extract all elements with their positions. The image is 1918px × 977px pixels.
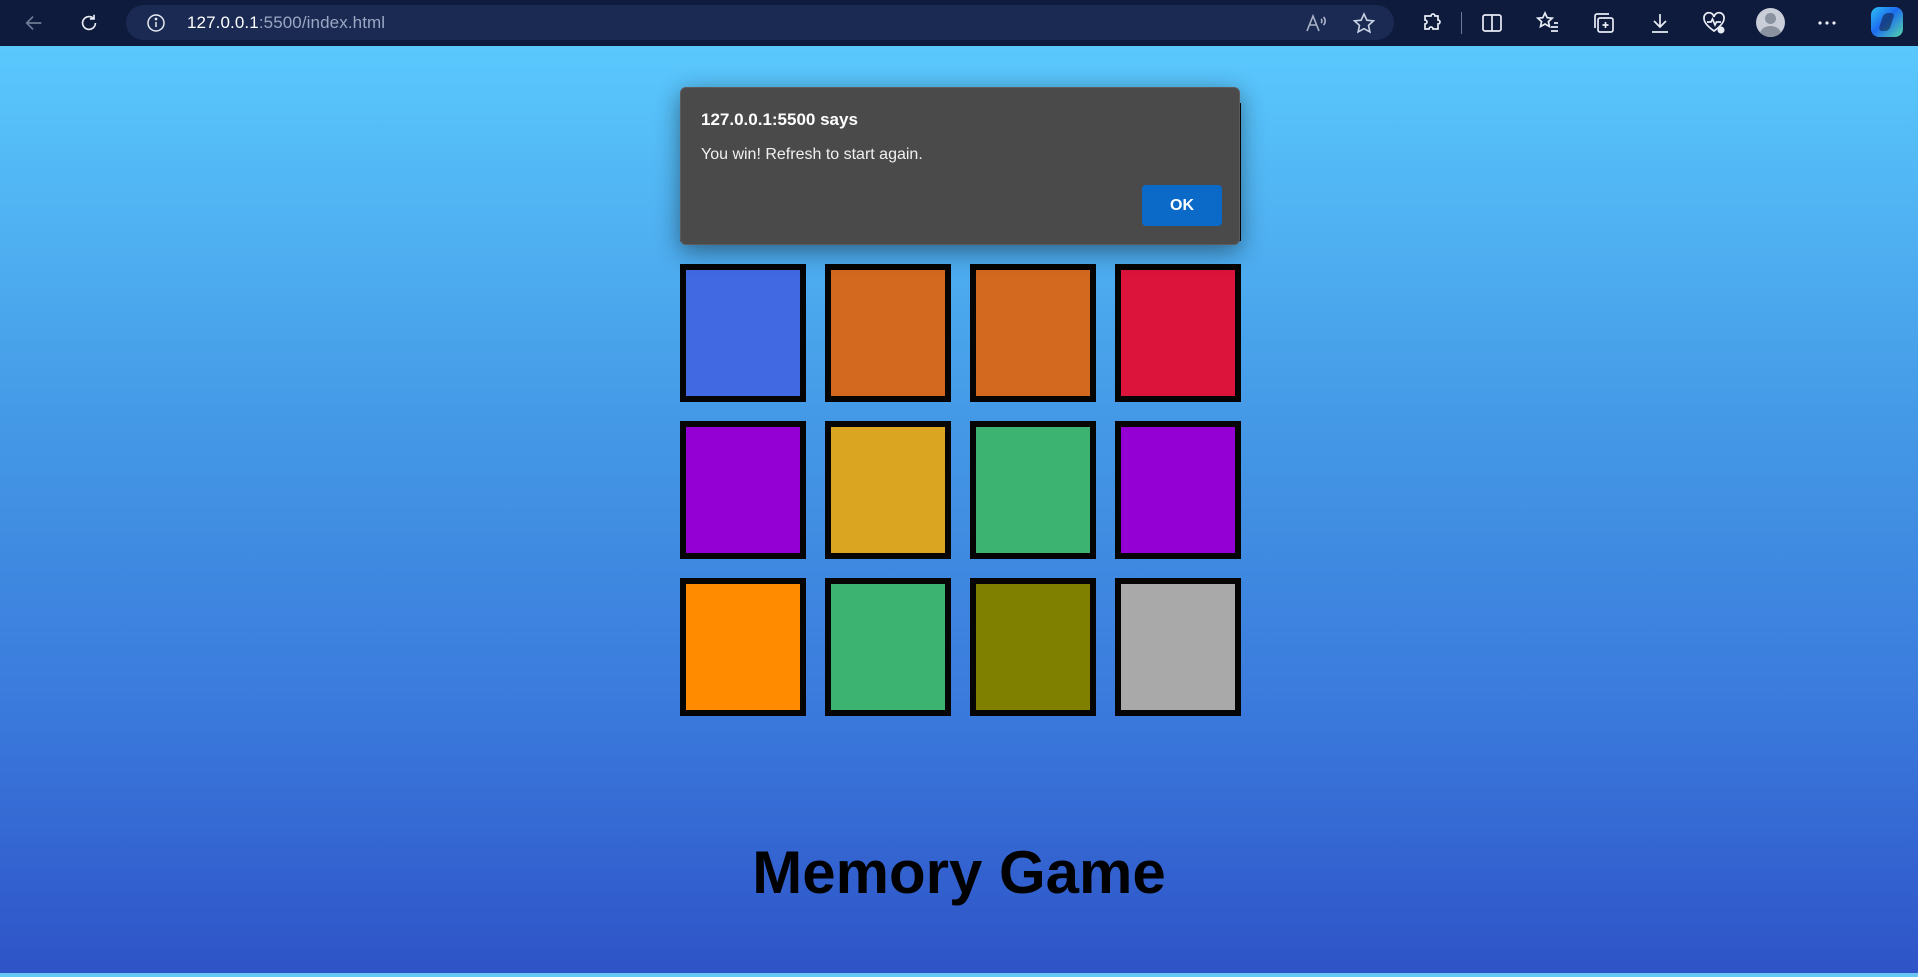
page-title: Memory Game (752, 839, 1166, 906)
collections-icon[interactable] (1591, 10, 1617, 36)
memory-card[interactable] (1115, 421, 1241, 559)
memory-card[interactable] (825, 578, 951, 716)
favorite-star-icon[interactable] (1352, 12, 1376, 34)
ok-button[interactable]: OK (1142, 185, 1222, 226)
split-screen-icon[interactable] (1479, 10, 1505, 36)
memory-card[interactable] (970, 264, 1096, 402)
memory-card[interactable] (825, 421, 951, 559)
dialog-title: 127.0.0.1:5500 says (701, 110, 858, 129)
more-icon[interactable] (1814, 10, 1840, 36)
downloads-icon[interactable] (1647, 10, 1673, 36)
dialog-message: You win! Refresh to start again. (701, 146, 923, 163)
url-host: 127.0.0.1 (187, 13, 259, 32)
memory-card[interactable] (1115, 578, 1241, 716)
read-aloud-icon[interactable] (1304, 12, 1328, 34)
toolbar-divider (1461, 12, 1462, 34)
memory-card[interactable] (680, 578, 806, 716)
browser-essentials-icon[interactable] (1701, 10, 1727, 36)
memory-card[interactable] (680, 421, 806, 559)
page-viewport: Memory Game 127.0.0.1:5500 says You win!… (0, 46, 1918, 977)
url-path: :5500/index.html (258, 13, 386, 32)
address-bar[interactable]: 127.0.0.1:5500/index.html (126, 5, 1394, 40)
refresh-icon[interactable] (73, 9, 105, 37)
info-icon[interactable] (146, 13, 166, 33)
copilot-icon[interactable] (1871, 7, 1903, 37)
memory-card[interactable] (970, 578, 1096, 716)
profile-avatar[interactable] (1756, 8, 1785, 37)
memory-card[interactable] (970, 421, 1096, 559)
memory-card[interactable] (1115, 264, 1241, 402)
extensions-icon[interactable] (1419, 10, 1445, 36)
alert-dialog: 127.0.0.1:5500 says You win! Refresh to … (680, 87, 1240, 245)
url-text[interactable]: 127.0.0.1:5500/index.html (187, 13, 385, 33)
memory-card[interactable] (680, 264, 806, 402)
memory-card[interactable] (825, 264, 951, 402)
favorites-icon[interactable] (1535, 10, 1561, 36)
browser-toolbar: 127.0.0.1:5500/index.html (0, 0, 1918, 46)
back-icon[interactable] (18, 9, 50, 37)
